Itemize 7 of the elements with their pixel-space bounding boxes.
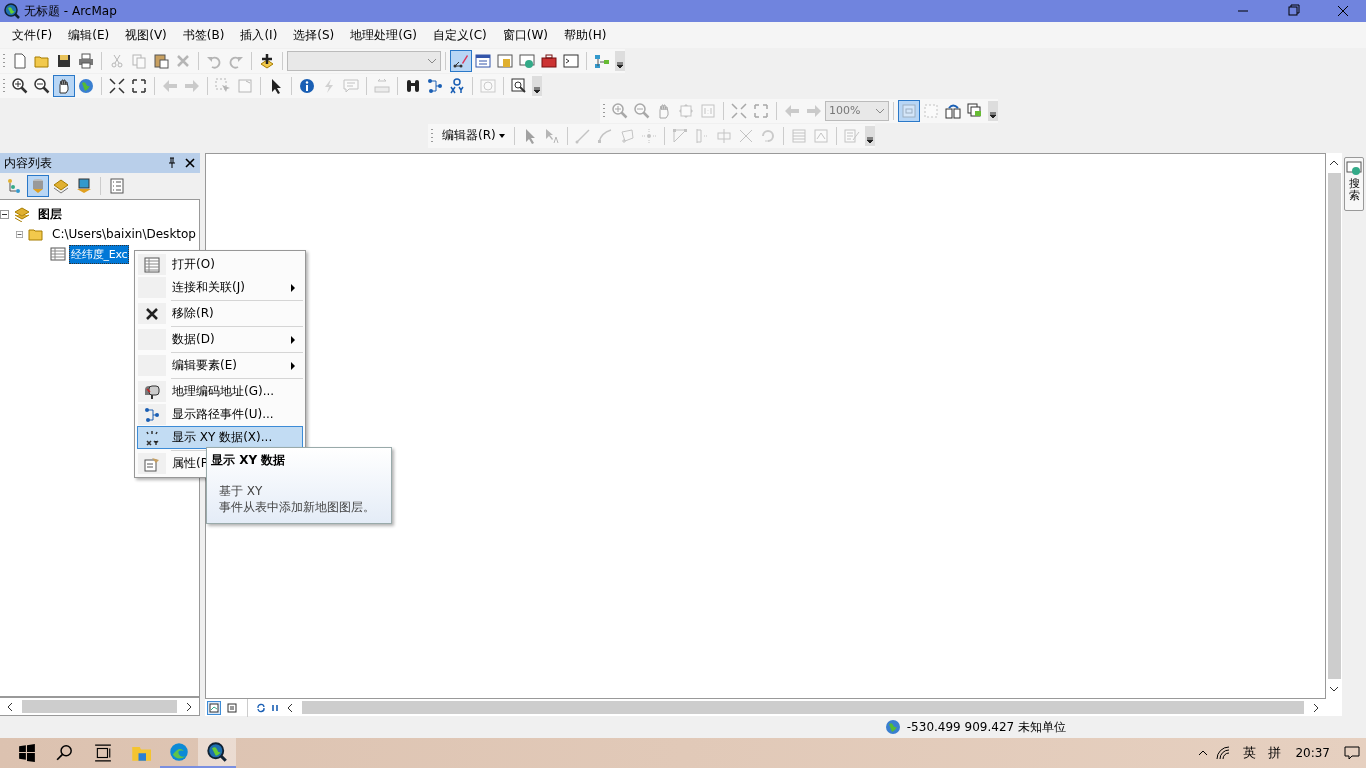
tooltip-text: 事件从表中添加新地图图层。: [219, 499, 376, 515]
tooltip-title: 显示 XY 数据: [211, 452, 287, 469]
window-title: 无标题 - ArcMap: [24, 2, 117, 20]
tooltip-text: 基于 XY: [219, 483, 264, 499]
coordinates: -530.499 909.427 未知单位: [906, 718, 1066, 736]
side-tab-label: 搜索: [1348, 178, 1360, 203]
panel-title: 内容列表: [4, 154, 52, 172]
